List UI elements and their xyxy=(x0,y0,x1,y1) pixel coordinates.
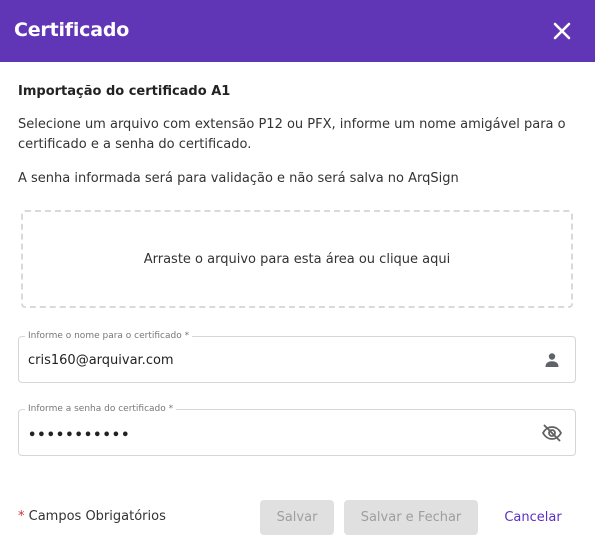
certificate-name-input[interactable] xyxy=(28,348,528,372)
save-and-close-button[interactable]: Salvar e Fechar xyxy=(344,500,478,535)
certificate-password-input[interactable] xyxy=(28,423,528,447)
description-text: Selecione um arquivo com extensão P12 ou… xyxy=(18,117,566,152)
certificate-password-field: Informe a senha do certificado * xyxy=(18,403,576,456)
close-icon[interactable] xyxy=(550,19,574,43)
dialog-title: Certificado xyxy=(14,19,130,41)
certificate-name-field: Informe o nome para o certificado * xyxy=(18,330,576,383)
section-title: Importação do certificado A1 xyxy=(18,84,231,99)
dropzone-text: Arraste o arquivo para esta área ou cliq… xyxy=(143,251,451,267)
required-fields-text: Campos Obrigatórios xyxy=(24,509,166,524)
person-icon xyxy=(541,349,563,371)
save-button[interactable]: Salvar xyxy=(260,500,334,535)
eye-off-icon[interactable] xyxy=(541,422,563,444)
file-dropzone[interactable]: Arraste o arquivo para esta área ou cliq… xyxy=(21,210,573,308)
required-fields-note: * Campos Obrigatórios xyxy=(18,508,166,526)
certificate-name-label: Informe o nome para o certificado * xyxy=(25,330,193,342)
dialog-header: Certificado xyxy=(0,0,595,62)
password-note: A senha informada será para validação e … xyxy=(18,171,459,186)
cancel-button[interactable]: Cancelar xyxy=(494,500,572,535)
certificate-password-label: Informe a senha do certificado * xyxy=(25,403,177,415)
